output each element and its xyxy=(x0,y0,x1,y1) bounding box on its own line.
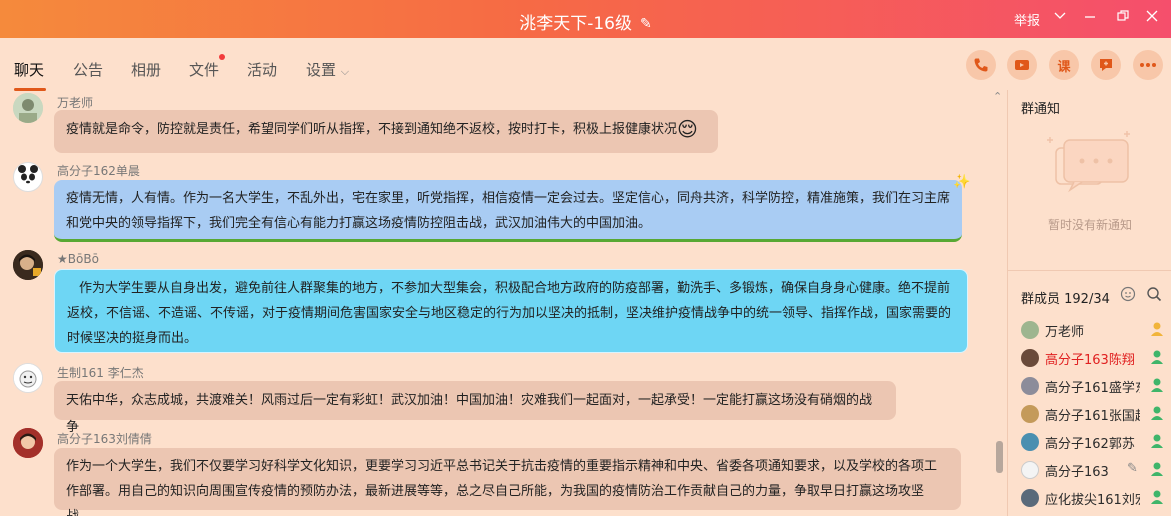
member-role-icon xyxy=(1149,433,1165,452)
message-bubble[interactable]: 疫情就是命令，防控就是责任，希望同学们听从指挥，不接到通知绝不返校，按时打卡，积… xyxy=(54,110,718,153)
tab-settings[interactable]: 设置 ⌵ xyxy=(306,59,349,80)
title-bar: 洮李天下-16级 ✎ 举报 xyxy=(0,0,1171,38)
member-count-title: 群成员 192/34 xyxy=(1021,292,1110,307)
member-name: 万老师 xyxy=(1045,325,1085,340)
member-avatar xyxy=(1021,461,1039,479)
message-bubble[interactable]: 天佑中华，众志成城，共渡难关！风雨过后一定有彩虹！武汉加油！中国加油！灾难我们一… xyxy=(54,381,896,435)
member-avatar xyxy=(1021,377,1039,395)
tab-settings-label: 设置 xyxy=(306,61,337,79)
member-role-icon xyxy=(1149,349,1165,368)
bubble-decoration-icon: ✨ xyxy=(953,174,971,190)
message-sender[interactable]: 万老师 xyxy=(57,94,93,111)
tab-chat[interactable]: 聊天 xyxy=(14,59,44,80)
member-role-icon xyxy=(1149,377,1165,396)
member-role-icon xyxy=(1149,405,1165,424)
avatar[interactable] xyxy=(13,93,43,123)
member-role-icon xyxy=(1149,321,1165,340)
member-name: 高分子162郭苏 xyxy=(1045,437,1135,452)
avatar[interactable] xyxy=(13,428,43,458)
tab-files[interactable]: 文件 xyxy=(189,59,219,80)
report-link[interactable]: 举报 xyxy=(1014,10,1040,29)
chat-scrollbar[interactable] xyxy=(996,441,1003,473)
empty-notice-text: 暂时没有新通知 xyxy=(1047,218,1132,232)
course-icon-label: 课 xyxy=(1057,59,1071,75)
member-role-icon xyxy=(1149,489,1165,508)
message-sender[interactable]: 高分子162单晨 xyxy=(57,162,140,179)
restore-icon[interactable] xyxy=(1117,10,1129,26)
tab-album[interactable]: 相册 xyxy=(131,59,161,80)
member-item[interactable]: 高分子163 ✎ xyxy=(1021,459,1171,480)
message-text: 作为大学生要从自身出发，避免前往人群聚集的地方，不参加大型集会，积极配合地方政府… xyxy=(67,281,952,346)
edit-icon[interactable]: ✎ xyxy=(1127,461,1138,476)
unread-dot xyxy=(219,54,225,60)
member-name: 高分子163 xyxy=(1045,465,1109,480)
course-icon[interactable]: 课 xyxy=(1049,50,1079,80)
message-bubble[interactable]: 作为大学生要从自身出发，避免前往人群聚集的地方，不参加大型集会，积极配合地方政府… xyxy=(54,269,968,353)
phone-icon[interactable] xyxy=(966,50,996,80)
member-item[interactable]: 高分子163陈翔 xyxy=(1021,347,1171,368)
member-name: 高分子161张国超 xyxy=(1045,409,1140,424)
member-avatar xyxy=(1021,489,1039,507)
chevron-down-icon: ⌵ xyxy=(340,65,350,78)
member-item[interactable]: 万老师 xyxy=(1021,319,1171,340)
message-text: 疫情就是命令，防控就是责任，希望同学们听从指挥，不接到通知绝不返校，按时打卡，积… xyxy=(66,122,678,137)
close-icon[interactable] xyxy=(1146,10,1158,26)
group-notice-title: 群通知 xyxy=(1021,102,1061,117)
member-name: 高分子163陈翔 xyxy=(1045,353,1135,368)
message-sender[interactable]: ★BōBō xyxy=(57,252,99,266)
member-item[interactable]: 应化拔尖161刘宏 xyxy=(1021,487,1171,508)
member-item[interactable]: 高分子162郭苏 xyxy=(1021,431,1171,452)
avatar[interactable] xyxy=(13,250,43,280)
member-role-icon xyxy=(1149,461,1165,480)
notice-icon[interactable] xyxy=(1091,50,1121,80)
message-bubble[interactable]: 疫情无情，人有情。作为一名大学生，不乱外出，宅在家里，听党指挥，相信疫情一定会过… xyxy=(54,180,962,242)
panel-divider xyxy=(1008,270,1171,271)
message-sender[interactable]: 生制161 李仁杰 xyxy=(57,364,144,381)
member-item[interactable]: 高分子161张国超 xyxy=(1021,403,1171,424)
more-icon[interactable] xyxy=(1133,50,1163,80)
avatar[interactable] xyxy=(13,363,43,393)
member-avatar xyxy=(1021,405,1039,423)
message-bubble[interactable]: 作为一个大学生，我们不仅要学习好科学文化知识，更要学习习近平总书记关于抗击疫情的… xyxy=(54,448,961,516)
group-name: 洮李天下-16级 xyxy=(519,14,633,34)
tab-bar: 聊天 公告 相册 文件 活动 设置 ⌵ 课 xyxy=(0,38,1171,91)
search-icon[interactable] xyxy=(1146,286,1162,306)
member-name: 应化拔尖161刘宏 xyxy=(1045,493,1140,508)
message-sender[interactable]: 高分子163刘倩倩 xyxy=(57,430,152,447)
group-side-panel: 群通知 暂时没有新通知 群成员 192/34 万老师 高分子163陈翔 高分子1… xyxy=(1007,90,1171,516)
message-text: 天佑中华，众志成城，共渡难关！风雨过后一定有彩虹！武汉加油！中国加油！灾难我们一… xyxy=(66,393,873,435)
message-text: 疫情无情，人有情。作为一名大学生，不乱外出，宅在家里，听党指挥，相信疫情一定会过… xyxy=(66,191,951,231)
chevron-down-icon[interactable] xyxy=(1054,10,1066,25)
edit-icon[interactable]: ✎ xyxy=(640,16,652,32)
member-search-face-icon[interactable] xyxy=(1120,286,1136,306)
empty-notice-icon xyxy=(1042,130,1140,208)
avatar[interactable] xyxy=(13,162,43,192)
collapse-icon[interactable]: ⌃ xyxy=(993,90,1002,103)
minimize-icon[interactable] xyxy=(1084,10,1096,25)
tab-activity[interactable]: 活动 xyxy=(247,59,277,80)
window-title[interactable]: 洮李天下-16级 ✎ xyxy=(0,9,1171,34)
emoji: 😌 xyxy=(677,117,698,141)
chat-area[interactable]: ⌃ 万老师 疫情就是命令，防控就是责任，希望同学们听从指挥，不接到通知绝不返校，… xyxy=(0,90,1007,516)
member-name: 高分子161盛学东 xyxy=(1045,381,1140,396)
message-text: 作为一个大学生，我们不仅要学习好科学文化知识，更要学习习近平总书记关于抗击疫情的… xyxy=(66,459,938,516)
member-avatar xyxy=(1021,433,1039,451)
video-icon[interactable] xyxy=(1007,50,1037,80)
tab-announcement[interactable]: 公告 xyxy=(73,59,103,80)
member-avatar xyxy=(1021,321,1039,339)
member-avatar xyxy=(1021,349,1039,367)
member-item[interactable]: 高分子161盛学东 xyxy=(1021,375,1171,396)
